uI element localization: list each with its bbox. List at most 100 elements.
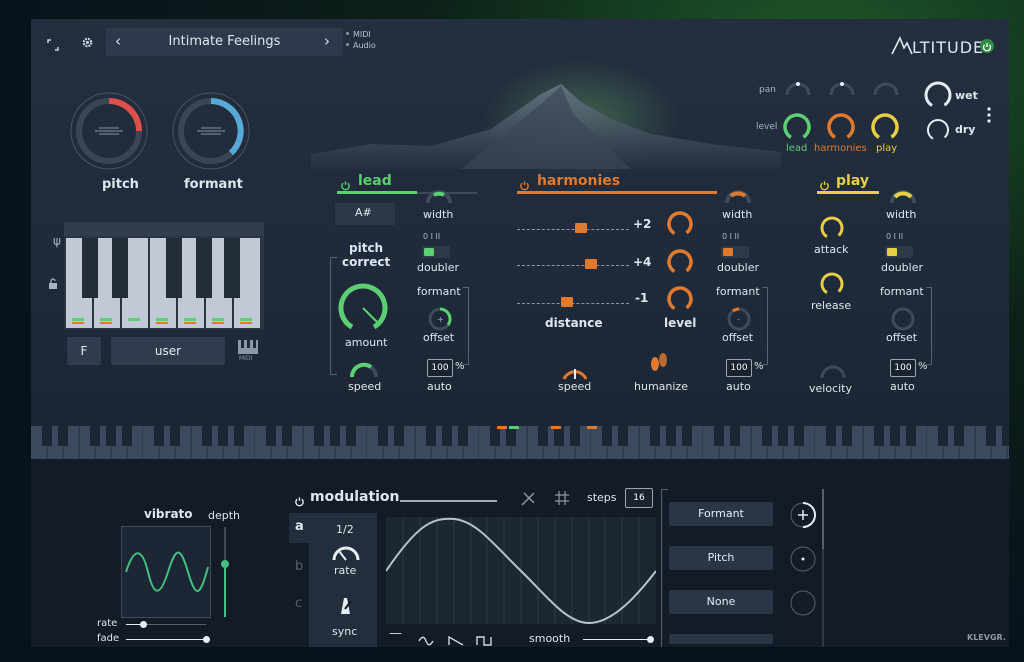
harmony-interval-2: +4 bbox=[633, 255, 652, 269]
play-auto-value[interactable]: 100 bbox=[890, 359, 916, 377]
harmonies-auto-value[interactable]: 100 bbox=[726, 359, 752, 377]
harmonies-auto-label: auto bbox=[726, 380, 751, 393]
wave-saw-icon[interactable] bbox=[448, 631, 464, 647]
lead-width-label: width bbox=[423, 208, 454, 221]
mod-target-4[interactable] bbox=[669, 634, 773, 644]
harmonies-doubler-marks: 0 I II bbox=[722, 232, 740, 241]
mod-target-2[interactable]: Pitch bbox=[669, 546, 773, 570]
vibrato-display bbox=[121, 526, 211, 618]
more-options-icon[interactable] bbox=[987, 107, 991, 127]
velocity-label: velocity bbox=[809, 382, 852, 395]
mod-scrollbar[interactable] bbox=[822, 489, 824, 647]
wet-knob[interactable] bbox=[923, 80, 953, 114]
mod-slot-b[interactable]: b bbox=[295, 559, 303, 574]
vibrato-depth-slider[interactable] bbox=[221, 527, 229, 617]
harmonies-title-bar bbox=[517, 191, 717, 194]
harmonies-offset-label: offset bbox=[722, 331, 754, 344]
randomize-icon[interactable] bbox=[553, 489, 571, 511]
vibrato-rate-slider[interactable] bbox=[126, 621, 206, 628]
mod-targets-bracket bbox=[661, 489, 668, 647]
mod-rate-value: 1/2 bbox=[336, 523, 354, 536]
harmony-level-knob-1[interactable] bbox=[665, 209, 695, 243]
amount-knob[interactable] bbox=[335, 280, 391, 340]
mod-amount-knob-1[interactable] bbox=[788, 500, 818, 534]
power-icon[interactable] bbox=[980, 39, 994, 53]
play-width-knob[interactable] bbox=[889, 189, 917, 209]
fullscreen-icon[interactable] bbox=[47, 36, 59, 55]
preset-next-icon[interactable]: › bbox=[324, 32, 330, 50]
harmony-slider-2[interactable] bbox=[517, 255, 629, 269]
mod-amount-knob-3[interactable] bbox=[788, 588, 818, 622]
pitch-dial[interactable] bbox=[69, 91, 149, 175]
level-label-play: play bbox=[876, 143, 898, 154]
level-knob-play[interactable] bbox=[870, 112, 900, 146]
mod-slot-c[interactable]: c bbox=[295, 596, 302, 611]
lead-title: lead bbox=[358, 173, 392, 189]
scale-mode-selector[interactable]: user bbox=[111, 337, 225, 365]
bottom-panel: vibrato depth rate fade modulation steps… bbox=[31, 459, 1009, 647]
lead-offset-label: offset bbox=[423, 331, 455, 344]
io-mode-midi[interactable]: MIDI bbox=[353, 30, 371, 39]
harmony-level-knob-3[interactable] bbox=[665, 284, 695, 318]
pan-knob-play[interactable] bbox=[872, 81, 900, 101]
pan-label: pan bbox=[759, 85, 776, 95]
harmonies-doubler-switch[interactable] bbox=[721, 246, 749, 258]
wave-flat-icon[interactable]: — bbox=[389, 626, 402, 641]
vibrato-fade-slider[interactable] bbox=[126, 636, 210, 643]
svg-text:+: + bbox=[437, 315, 444, 324]
pan-knob-lead[interactable] bbox=[784, 81, 812, 101]
level-knob-lead[interactable] bbox=[782, 112, 812, 146]
attack-knob[interactable] bbox=[819, 215, 845, 245]
tuning-fork-icon[interactable]: ψ bbox=[53, 234, 61, 248]
play-title-bar bbox=[817, 191, 879, 194]
harmonies-speed-label: speed bbox=[558, 380, 592, 393]
level-label: level bbox=[756, 122, 778, 132]
release-knob[interactable] bbox=[819, 271, 845, 301]
midi-keyboard[interactable] bbox=[31, 426, 1009, 459]
dry-knob[interactable] bbox=[925, 117, 951, 147]
vibrato-title: vibrato bbox=[144, 507, 193, 521]
steps-value[interactable]: 16 bbox=[625, 488, 653, 508]
harmonies-doubler-label: doubler bbox=[717, 261, 760, 274]
lfo-graph[interactable] bbox=[385, 517, 657, 625]
metronome-icon[interactable] bbox=[337, 597, 353, 619]
lead-auto-label: auto bbox=[427, 380, 452, 393]
mod-target-1[interactable]: Formant bbox=[669, 502, 773, 526]
lead-width-knob[interactable] bbox=[425, 189, 453, 209]
velocity-knob[interactable] bbox=[819, 362, 847, 384]
lead-doubler-switch[interactable] bbox=[422, 246, 450, 258]
key-selector[interactable]: F bbox=[67, 337, 101, 365]
wave-sine-icon[interactable] bbox=[418, 631, 434, 647]
gear-icon[interactable] bbox=[81, 34, 94, 53]
scale-keyboard[interactable] bbox=[64, 222, 264, 330]
mod-amount-knob-2[interactable] bbox=[788, 544, 818, 578]
preset-selector[interactable]: ‹ Intimate Feelings › bbox=[106, 28, 343, 56]
preset-name: Intimate Feelings bbox=[168, 34, 281, 49]
wave-square-icon[interactable] bbox=[476, 631, 492, 647]
pencil-icon[interactable] bbox=[520, 489, 538, 511]
humanize-label: humanize bbox=[634, 380, 688, 393]
midi-keys-label: MIDI bbox=[239, 355, 253, 362]
play-doubler-marks: 0 I II bbox=[886, 232, 904, 241]
lock-icon[interactable] bbox=[48, 275, 58, 294]
formant-dial[interactable] bbox=[171, 91, 251, 175]
mod-slot-a[interactable]: a bbox=[295, 519, 304, 534]
smooth-slider[interactable] bbox=[583, 636, 654, 643]
smooth-label: smooth bbox=[529, 632, 571, 645]
humanize-footprint-icon[interactable] bbox=[648, 351, 670, 379]
play-doubler-switch[interactable] bbox=[885, 246, 913, 258]
lead-auto-pct: % bbox=[455, 361, 465, 372]
level-knob-harmonies[interactable] bbox=[826, 112, 856, 146]
io-mode-audio[interactable]: Audio bbox=[353, 41, 376, 50]
harmony-slider-1[interactable] bbox=[517, 219, 629, 233]
modulation-power-icon[interactable] bbox=[294, 492, 305, 511]
mod-rate-knob[interactable] bbox=[331, 544, 361, 566]
harmony-level-knob-2[interactable] bbox=[665, 247, 695, 281]
play-auto-pct: % bbox=[918, 361, 928, 372]
harmonies-width-knob[interactable] bbox=[724, 189, 752, 209]
pan-knob-harmonies[interactable] bbox=[828, 81, 856, 101]
harmony-slider-3[interactable] bbox=[517, 293, 629, 307]
lead-auto-value[interactable]: 100 bbox=[427, 359, 453, 377]
mod-target-3[interactable]: None bbox=[669, 590, 773, 614]
play-formant-label: formant bbox=[880, 285, 924, 298]
